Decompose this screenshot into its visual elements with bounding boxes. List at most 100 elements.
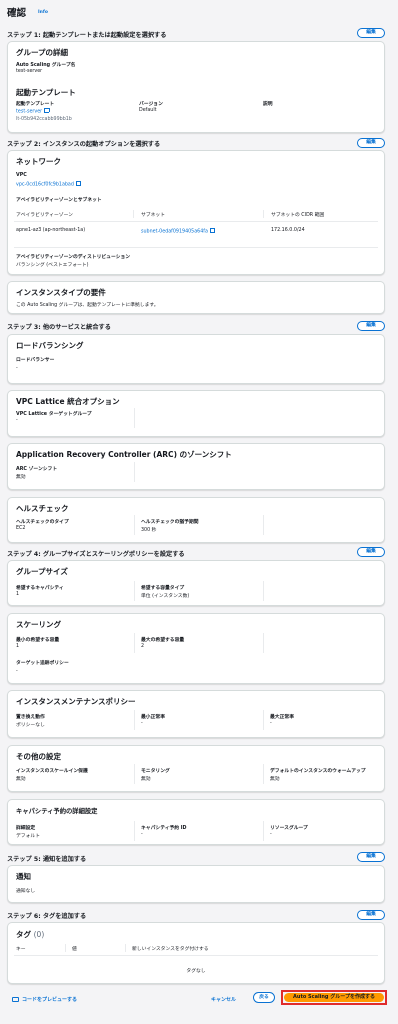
target-policy-value: - [16,669,18,674]
notifications-title: 通知 [16,872,31,881]
group-name-value: test-server [16,69,43,74]
step3-edit-button[interactable]: 編集 [357,321,385,331]
column-divider [134,408,135,428]
subnet-link-text: subnet-0edaf0919405a64fa [141,229,208,235]
group-size-title: グループサイズ [16,567,68,576]
launch-template-link-text: test-server [16,109,43,115]
external-link-icon [209,227,216,233]
tag-value-header: 値 [72,947,77,952]
max-healthy-label: 最大正常率 [270,715,294,720]
tag-key-header: キー [16,947,26,952]
target-policy-label: ターゲット追跡ポリシー [16,661,69,666]
cidr-cell: 172.16.0.0/24 [271,228,305,233]
preview-code-link[interactable]: コードをプレビューする [12,996,77,1003]
replace-behavior-value: ポリシーなし [16,723,45,728]
tags-card: タグ (0) キー 値 新しいインスタンスをタグ付けする タグなし [7,922,385,984]
arc-value: 無効 [16,475,26,480]
network-title: ネットワーク [16,157,61,166]
column-divider [263,710,264,730]
notifications-card: 通知 通知なし [7,865,385,903]
notifications-value: 通知なし [16,889,36,894]
code-icon [12,996,19,1002]
step4-edit-button[interactable]: 編集 [357,547,385,557]
scalein-protection-value: 無効 [16,777,26,782]
load-balancer-value: - [16,366,18,371]
launch-template-link[interactable]: test-server [16,107,50,115]
vpc-lattice-card: VPC Lattice 統合オプション VPC Lattice ターゲットグルー… [7,390,385,437]
tags-title: タグ (0) [16,929,44,940]
column-divider [133,210,134,218]
instance-type-text: この Auto Scaling グループは、起動テンプレートに準拠します。 [16,303,159,308]
max-capacity-label: 最大の希望する容量 [141,638,185,643]
capacity-detail-label: 詳細設定 [16,826,36,831]
instance-type-card: インスタンスタイプの要件 この Auto Scaling グループは、起動テンプ… [7,281,385,314]
vpc-link[interactable]: vpc-0cd16cf0fc9b1abad [16,180,82,188]
scaling-title: スケーリング [16,620,61,629]
az-subnet-title: アベイラビリティーゾーンとサブネット [16,198,102,203]
desired-capacity-value: 1 [16,592,20,597]
table-header-divider [14,221,378,222]
other-settings-title: その他の設定 [16,752,61,761]
column-divider [263,821,264,841]
table-divider [14,247,378,248]
health-grace-value: 300 秒 [141,528,157,533]
group-name-label: Auto Scaling グループ名 [16,63,76,68]
cancel-button[interactable]: キャンセル [211,996,236,1003]
vpc-link-text: vpc-0cd16cf0fc9b1abad [16,182,74,188]
table-header-divider [14,955,378,956]
vpc-lattice-label: VPC Lattice ターゲットグループ [16,412,92,417]
column-divider [263,764,264,784]
step1-edit-button[interactable]: 編集 [357,28,385,38]
max-capacity-value: 2 [141,644,145,649]
network-card: ネットワーク VPC vpc-0cd16cf0fc9b1abad アベイラビリテ… [7,150,385,275]
tags-count: (0) [33,930,45,939]
column-divider [134,515,135,535]
column-divider [65,944,66,952]
vpc-lattice-value: - [16,418,18,423]
launch-template-title: 起動テンプレート [16,88,76,97]
min-healthy-label: 最小正常率 [141,715,165,720]
scalein-protection-label: インスタンスのスケールイン保護 [16,769,88,774]
max-healthy-value: - [270,721,272,726]
az-column-header: アベイラビリティーゾーン [16,213,73,218]
step2-edit-button[interactable]: 編集 [357,138,385,148]
load-balancing-title: ロードバランシング [16,341,84,350]
load-balancer-label: ロードバランサー [16,358,55,363]
desired-capacity-label: 希望するキャパシティ [16,586,64,591]
vpc-lattice-title: VPC Lattice 統合オプション [16,397,120,406]
load-balancing-card: ロードバランシング ロードバランサー - [7,334,385,384]
column-divider [134,633,135,653]
resource-group-label: リソースグループ [270,826,308,831]
group-size-card: グループサイズ 希望するキャパシティ 1 希望する容量タイプ 単位 (インスタン… [7,560,385,606]
column-divider [125,944,126,952]
resource-group-value: - [270,832,272,837]
step6-title: ステップ 6: タグを追加する [7,913,87,920]
capacity-reservation-card: キャパシティ予約の詳細設定 詳細設定 デフォルト キャパシティ予約 ID - リ… [7,799,385,845]
back-button[interactable]: 戻る [253,992,275,1003]
capacity-unit-label: 希望する容量タイプ [141,586,185,591]
monitoring-value: 無効 [141,777,151,782]
create-asg-button[interactable]: Auto Scaling グループを作成する [284,993,384,1002]
health-type-value: EC2 [16,526,26,531]
step4-title: ステップ 4: グループサイズとスケーリングポリシーを設定する [7,551,185,558]
launch-template-id: lt-05b942ccabb99bb1b [16,117,72,122]
min-capacity-label: 最小の希望する容量 [16,638,60,643]
step5-edit-button[interactable]: 編集 [357,852,385,862]
step1-card: グループの詳細 Auto Scaling グループ名 test-server 起… [7,41,385,133]
health-grace-label: ヘルスチェックの猶予期間 [141,520,199,525]
column-divider [263,581,264,601]
column-divider [134,764,135,784]
info-link[interactable]: Info [38,10,48,15]
capacity-reservation-title: キャパシティ予約の詳細設定 [16,808,98,815]
create-button-highlight: Auto Scaling グループを作成する [281,990,387,1005]
other-settings-card: その他の設定 インスタンスのスケールイン保護 無効 モニタリング 無効 デフォル… [7,745,385,792]
step6-edit-button[interactable]: 編集 [357,910,385,920]
description-label: 説明 [263,102,273,107]
external-link-icon [44,107,50,113]
step1-title: ステップ 1: 起動テンプレートまたは起動設定を選択する [7,32,167,39]
scaling-card: スケーリング 最小の希望する容量 1 最大の希望する容量 2 ターゲット追跡ポリ… [7,613,385,684]
subnet-link[interactable]: subnet-0edaf0919405a64fa [141,227,216,235]
subnet-column-header: サブネット [141,213,165,218]
capacity-id-label: キャパシティ予約 ID [141,826,187,831]
group-details-title: グループの詳細 [16,48,69,57]
